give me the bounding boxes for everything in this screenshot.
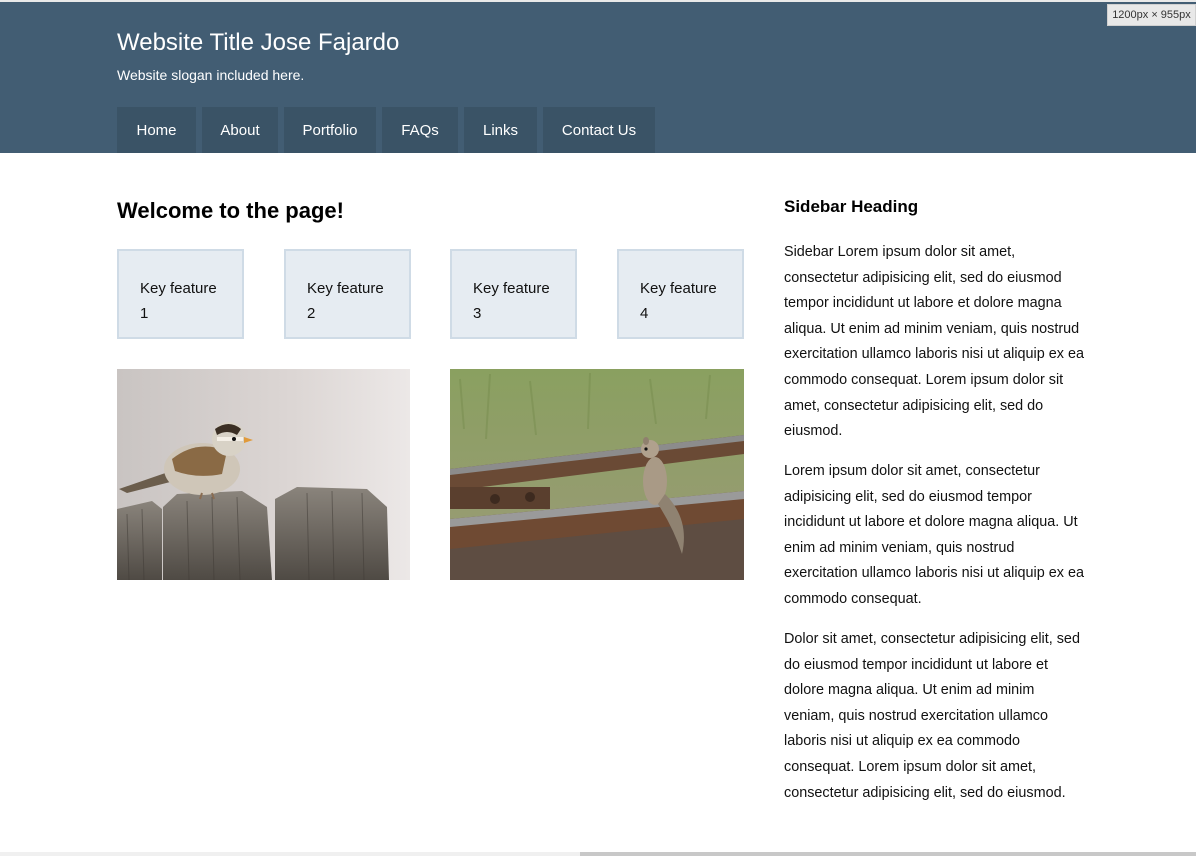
sidebar-paragraph-3: Dolor sit amet, consectetur adipisicing … <box>784 631 1080 801</box>
feature-number: 1 <box>140 305 149 322</box>
feature-box-3: Key feature 3 <box>450 249 577 339</box>
viewport-size-badge: 1200px × 955px <box>1107 4 1196 26</box>
nav-faqs[interactable]: FAQs <box>382 107 458 153</box>
sidebar-paragraph-2: Lorem ipsum dolor sit amet, consectetur … <box>784 463 1084 607</box>
feature-number: 2 <box>307 305 316 322</box>
feature-number: 4 <box>640 305 649 322</box>
nav-portfolio[interactable]: Portfolio <box>284 107 376 153</box>
squirrel-photo <box>450 369 744 580</box>
feature-label: Key feature <box>473 280 550 297</box>
sparrow-image <box>117 369 410 580</box>
nav-about[interactable]: About <box>202 107 278 153</box>
site-header: Website Title Jose Fajardo Website sloga… <box>0 2 1196 153</box>
feature-number: 3 <box>473 305 482 322</box>
feature-box-1: Key feature 1 <box>117 249 244 339</box>
feature-box-4: Key feature 4 <box>617 249 744 339</box>
feature-label: Key feature <box>640 280 717 297</box>
sidebar-paragraph-1: Sidebar Lorem ipsum dolor sit amet, cons… <box>784 244 1084 440</box>
sidebar-heading: Sidebar Heading <box>784 197 919 216</box>
sparrow-photo <box>117 369 410 580</box>
horizontal-scrollbar-thumb[interactable] <box>580 852 1196 856</box>
squirrel-image <box>450 369 744 580</box>
nav-home[interactable]: Home <box>117 107 196 153</box>
nav-links[interactable]: Links <box>464 107 537 153</box>
site-slogan: Website slogan included here. <box>117 67 305 83</box>
feature-box-2: Key feature 2 <box>284 249 411 339</box>
feature-label: Key feature <box>140 280 217 297</box>
page-heading: Welcome to the page! <box>117 198 344 223</box>
main-nav: Home About Portfolio FAQs Links Contact … <box>117 107 655 153</box>
site-title[interactable]: Website Title Jose Fajardo <box>117 29 399 57</box>
nav-contact-us[interactable]: Contact Us <box>543 107 655 153</box>
feature-label: Key feature <box>307 280 384 297</box>
